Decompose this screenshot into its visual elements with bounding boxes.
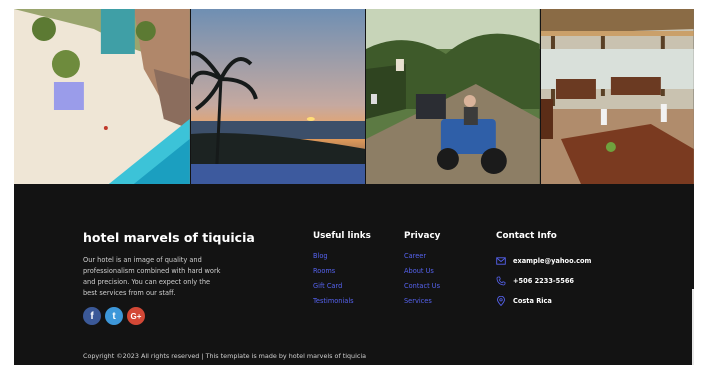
twitter-icon[interactable]: t <box>105 307 123 325</box>
atv-tour-photo <box>366 9 541 184</box>
footer-about-text: Our hotel is an image of quality and pro… <box>83 256 221 297</box>
useful-links-title: Useful links <box>313 231 371 241</box>
footer-link-contact-us[interactable]: Contact Us <box>404 282 440 297</box>
useful-links-list: Blog Rooms Gift Card Testimonials <box>313 252 354 312</box>
footer-link-about-us[interactable]: About Us <box>404 267 440 282</box>
contact-info-list: example@yahoo.com +506 2233-5566 Costa R… <box>496 251 591 311</box>
phone-icon <box>496 276 506 286</box>
sunset-palm-photo <box>190 9 366 184</box>
photo-gallery <box>14 9 694 184</box>
facebook-icon[interactable]: f <box>83 307 101 325</box>
social-links: f t G+ <box>83 307 145 325</box>
restaurant-interior-photo <box>541 9 694 184</box>
contact-email[interactable]: example@yahoo.com <box>496 251 591 271</box>
privacy-list: Career About Us Contact Us Services <box>404 252 440 312</box>
footer-link-rooms[interactable]: Rooms <box>313 267 354 282</box>
contact-phone-text: +506 2233-5566 <box>513 277 575 285</box>
footer-link-testimonials[interactable]: Testimonials <box>313 297 354 312</box>
footer-link-services[interactable]: Services <box>404 297 440 312</box>
page-frame: hotel marvels of tiquicia Our hotel is a… <box>14 9 694 365</box>
frame-edge-divider <box>692 289 694 365</box>
footer-link-blog[interactable]: Blog <box>313 252 354 267</box>
contact-location: Costa Rica <box>496 291 591 311</box>
contact-location-text: Costa Rica <box>513 297 552 305</box>
contact-email-text: example@yahoo.com <box>513 257 592 265</box>
mail-icon <box>496 257 506 265</box>
contact-info-title: Contact Info <box>496 231 557 241</box>
privacy-title: Privacy <box>404 231 441 241</box>
footer-link-career[interactable]: Career <box>404 252 440 267</box>
beach-resort-aerial-photo <box>14 9 190 184</box>
footer-brand-title: hotel marvels of tiquicia <box>83 230 255 245</box>
location-pin-icon <box>497 296 505 306</box>
footer-link-gift-card[interactable]: Gift Card <box>313 282 354 297</box>
copyright-text: Copyright ©2023 All rights reserved | Th… <box>83 352 367 360</box>
contact-phone[interactable]: +506 2233-5566 <box>496 271 591 291</box>
google-plus-icon[interactable]: G+ <box>127 307 145 325</box>
